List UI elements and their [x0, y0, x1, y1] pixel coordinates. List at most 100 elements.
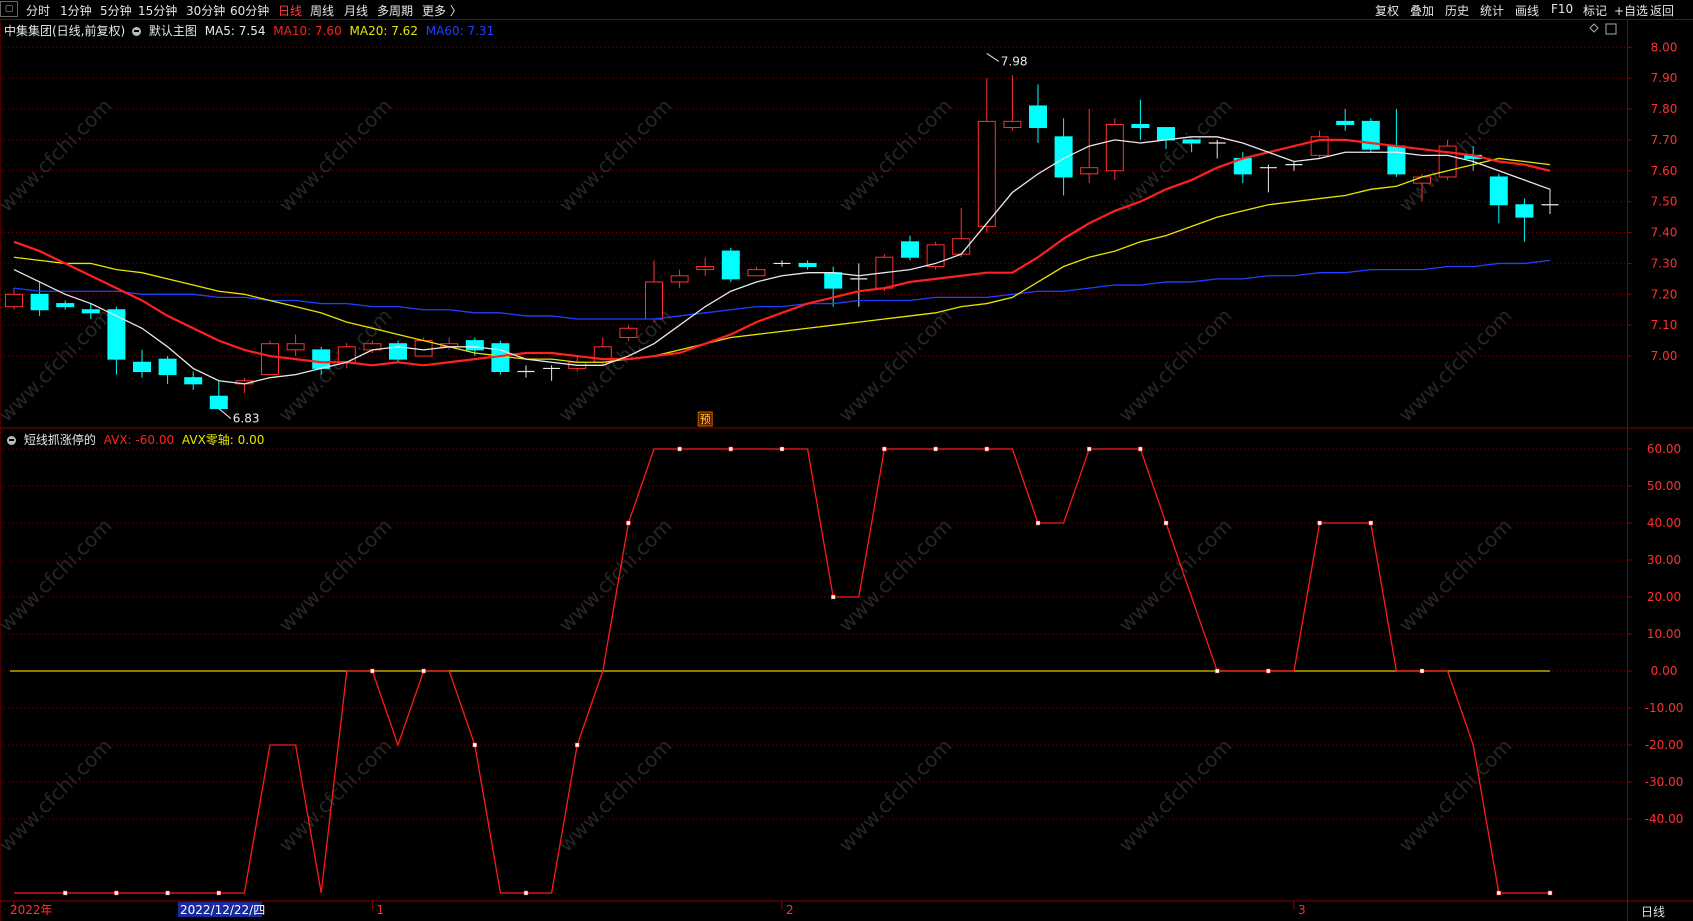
avx-marker — [779, 446, 785, 452]
extreme-pointer — [986, 53, 1000, 62]
avx-marker — [626, 520, 631, 526]
price-tick-label: 7.20 — [1651, 287, 1678, 301]
xaxis-label: 1 — [376, 903, 384, 917]
avx-tick-label: 30.00 — [1647, 553, 1681, 567]
watermark-text: www.cfchi.com — [834, 94, 957, 217]
axis-separator — [1627, 19, 1628, 921]
avx-marker — [574, 742, 580, 748]
watermark-text: www.cfchi.com — [1394, 734, 1517, 857]
avx-tick-label: 10.00 — [1647, 627, 1681, 641]
xaxis-label: 2022年 — [10, 903, 53, 917]
avx-marker — [523, 890, 529, 896]
avx-tick-label: 20.00 — [1647, 590, 1681, 604]
candle-body — [389, 343, 407, 360]
price-tick-label: 7.00 — [1651, 349, 1678, 363]
watermark-text: www.cfchi.com — [1114, 734, 1237, 857]
candle-body — [1182, 139, 1201, 144]
candle-body — [261, 343, 279, 376]
candle-body — [133, 361, 151, 373]
watermark-text: www.cfchi.com — [274, 734, 397, 857]
candle-body — [209, 395, 228, 410]
candle-body — [1029, 105, 1047, 129]
price-tick-label: 7.30 — [1651, 256, 1678, 270]
candle-body — [824, 272, 843, 289]
watermark-text: www.cfchi.com — [1394, 304, 1517, 427]
avx-tick-label: -20.00 — [1645, 738, 1684, 752]
watermark-text: www.cfchi.com — [0, 734, 117, 857]
candle-body — [1413, 176, 1431, 184]
candle-body — [619, 327, 638, 339]
period-label: 日线 — [1640, 905, 1665, 919]
avx-tick-label: -30.00 — [1645, 775, 1684, 789]
watermark-text: www.cfchi.com — [834, 304, 957, 427]
candle-body — [1515, 204, 1534, 218]
watermark-text: www.cfchi.com — [1114, 94, 1237, 217]
candle-body — [798, 262, 817, 268]
xaxis-label: 2 — [786, 903, 794, 917]
price-tick-label: 8.00 — [1651, 40, 1678, 54]
avx-marker — [472, 742, 478, 748]
pre-marker-label: 预 — [700, 413, 711, 426]
price-tick-label: 7.40 — [1651, 226, 1678, 240]
candle-body — [286, 343, 305, 351]
candle-body — [56, 303, 75, 308]
chart-canvas[interactable]: 7.00 7.10 7.20 7.30 7.40 7.50 7.60 7.70 7.80 7.90… — [0, 0, 1693, 921]
avx-marker — [1266, 668, 1271, 674]
avx-marker — [165, 890, 170, 896]
watermark-text: www.cfchi.com — [834, 514, 957, 637]
candle-body — [901, 241, 919, 258]
candle-body — [1387, 145, 1406, 175]
candle-body — [312, 349, 331, 369]
extreme-pointer — [218, 408, 232, 419]
watermark-text: www.cfchi.com — [554, 94, 677, 217]
candle-body — [696, 266, 715, 271]
avx-marker — [1317, 520, 1322, 526]
avx-marker — [370, 668, 375, 674]
avx-tick-label: 0.00 — [1651, 664, 1678, 678]
watermark-text: www.cfchi.com — [1114, 514, 1237, 637]
avx-marker — [1214, 668, 1220, 674]
avx-marker — [882, 446, 887, 452]
price-tick-label: 7.60 — [1651, 164, 1678, 178]
avx-marker — [1086, 446, 1092, 452]
watermark-text: www.cfchi.com — [274, 94, 397, 217]
candle-body — [1003, 120, 1022, 129]
avx-marker — [830, 594, 836, 600]
avx-marker — [728, 446, 734, 452]
candle-body — [5, 293, 23, 308]
watermark-text: www.cfchi.com — [554, 734, 677, 857]
avx-marker — [1035, 520, 1041, 526]
avx-tick-label: -40.00 — [1645, 812, 1684, 826]
candle-body — [670, 275, 689, 283]
candle-body — [30, 293, 49, 311]
toggle-panel-icon — [1605, 23, 1617, 35]
xaxis-date-cursor: 2022/12/22/四 — [180, 903, 265, 917]
avx-marker — [1419, 668, 1425, 674]
watermark-text: www.cfchi.com — [1394, 514, 1517, 637]
candle-body — [747, 269, 766, 277]
avx-marker — [1163, 520, 1169, 526]
avx-marker — [421, 668, 426, 674]
watermark-text: www.cfchi.com — [834, 734, 957, 857]
ma60-line — [13, 259, 1551, 320]
watermark-text: www.cfchi.com — [0, 514, 117, 637]
candle-body — [1080, 167, 1099, 175]
candle-body — [1361, 120, 1380, 150]
avx-tick-label: 60.00 — [1647, 442, 1681, 456]
candle-body — [1336, 120, 1355, 125]
candle-body — [645, 281, 663, 320]
candle-body — [465, 340, 484, 351]
watermark-text: www.cfchi.com — [0, 94, 117, 217]
price-tick-label: 7.10 — [1651, 318, 1678, 332]
avx-marker — [216, 890, 222, 896]
extreme-label: 7.98 — [1001, 54, 1028, 68]
candle-body — [1105, 123, 1124, 172]
avx-marker — [114, 890, 119, 896]
price-tick-label: 7.70 — [1651, 133, 1678, 147]
avx-tick-label: -10.00 — [1645, 701, 1684, 715]
avx-marker — [1138, 446, 1143, 452]
candle-body — [1131, 123, 1150, 129]
price-tick-label: 7.50 — [1651, 195, 1678, 209]
watermark-text: www.cfchi.com — [0, 304, 117, 427]
price-tick-label: 7.80 — [1651, 102, 1678, 116]
